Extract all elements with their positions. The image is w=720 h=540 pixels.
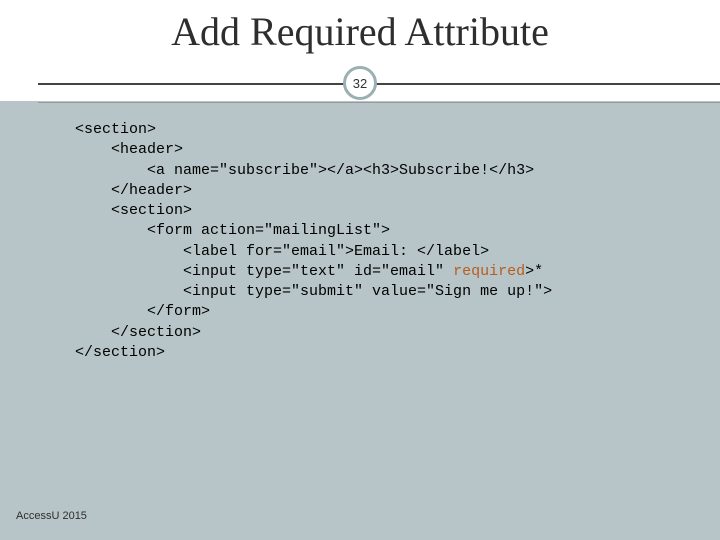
code-line: <label for="email">Email: </label>	[75, 243, 489, 260]
divider-line-thin	[38, 102, 720, 103]
code-line: >*	[525, 263, 543, 280]
slide-title: Add Required Attribute	[0, 8, 720, 55]
code-line: <header>	[75, 141, 183, 158]
title-area: Add Required Attribute 32	[0, 0, 720, 101]
divider-wrap: 32	[0, 65, 720, 101]
code-line: </section>	[75, 324, 201, 341]
code-line: <a name="subscribe"></a><h3>Subscribe!</…	[75, 162, 534, 179]
code-line: <input type="text" id="email"	[75, 263, 453, 280]
code-line: </form>	[75, 303, 210, 320]
code-line: </section>	[75, 344, 165, 361]
code-highlight: required	[453, 263, 525, 280]
slide: Add Required Attribute 32 <section> <hea…	[0, 0, 720, 540]
code-block: <section> <header> <a name="subscribe"><…	[75, 120, 680, 363]
code-line: </header>	[75, 182, 192, 199]
code-line: <form action="mailingList">	[75, 222, 390, 239]
code-line: <input type="submit" value="Sign me up!"…	[75, 283, 552, 300]
slide-number-badge: 32	[343, 66, 377, 100]
code-line: <section>	[75, 202, 192, 219]
divider-line	[38, 83, 720, 85]
code-line: <section>	[75, 121, 156, 138]
footer-text: AccessU 2015	[16, 510, 87, 522]
